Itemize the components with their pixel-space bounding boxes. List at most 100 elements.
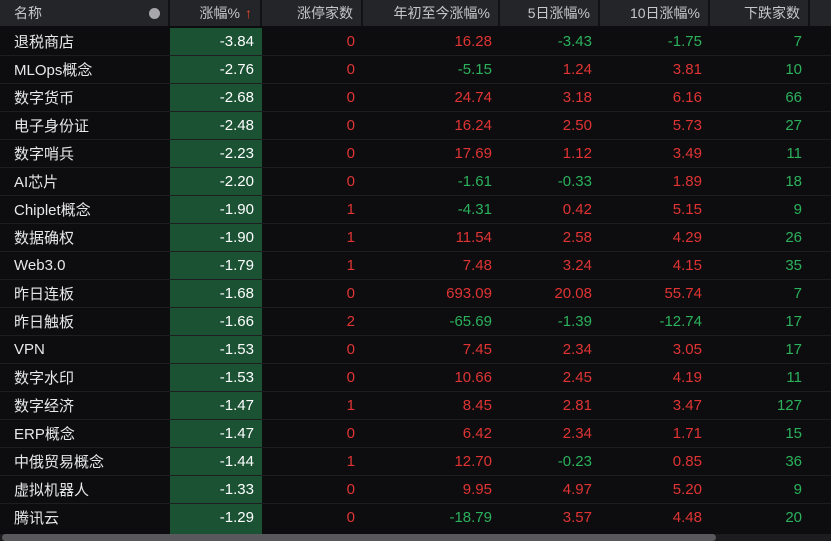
- table-row[interactable]: Chiplet概念 -1.90 1 -4.31 0.42 5.15 9: [0, 196, 831, 224]
- cell-d10: 0.85: [672, 453, 702, 470]
- cell-name: VPN: [14, 341, 45, 358]
- table-row[interactable]: 电子身份证 -2.48 0 16.24 2.50 5.73 27: [0, 112, 831, 140]
- cell-d10: 5.15: [672, 201, 702, 218]
- cell-change: -1.44: [170, 448, 262, 475]
- cell-ytd: 9.95: [462, 481, 492, 498]
- cell-name: 数字哨兵: [14, 146, 75, 163]
- cell-decliners: 17: [785, 341, 802, 358]
- column-header-decliners[interactable]: 下跌家数: [710, 0, 810, 26]
- cell-limit_up: 0: [346, 369, 355, 386]
- cell-ytd: 10.66: [454, 369, 492, 386]
- cell-filler: [810, 112, 831, 139]
- cell-ytd: 16.28: [454, 33, 492, 50]
- cell-filler: [810, 448, 831, 475]
- table-row[interactable]: 昨日连板 -1.68 0 693.09 20.08 55.74 7: [0, 280, 831, 308]
- cell-ytd: 16.24: [454, 117, 492, 134]
- cell-d5: -0.23: [557, 453, 592, 470]
- table-row[interactable]: MLOps概念 -2.76 0 -5.15 1.24 3.81 10: [0, 56, 831, 84]
- table-row[interactable]: 昨日触板 -1.66 2 -65.69 -1.39 -12.74 17: [0, 308, 831, 336]
- table-row[interactable]: 数字哨兵 -2.23 0 17.69 1.12 3.49 11: [0, 140, 831, 168]
- table-row[interactable]: 腾讯云 -1.29 0 -18.79 3.57 4.48 20: [0, 504, 831, 532]
- cell-name: 数字货币: [14, 90, 75, 107]
- column-header-5day-label: 5日涨幅%: [527, 5, 590, 21]
- cell-limit_up: 1: [346, 229, 355, 246]
- column-header-10day[interactable]: 10日涨幅%: [600, 0, 710, 26]
- column-header-change[interactable]: 涨幅% ↑: [170, 0, 262, 26]
- cell-d5: -1.39: [557, 313, 592, 330]
- cell-change: -1.47: [170, 420, 262, 447]
- cell-change: -2.23: [170, 140, 262, 167]
- cell-filler: [810, 308, 831, 335]
- cell-ytd: -1.61: [457, 173, 492, 190]
- table-row[interactable]: ERP概念 -1.47 0 6.42 2.34 1.71 15: [0, 420, 831, 448]
- table-row[interactable]: 数字水印 -1.53 0 10.66 2.45 4.19 11: [0, 364, 831, 392]
- cell-filler: [810, 224, 831, 251]
- cell-ytd: 7.48: [462, 257, 492, 274]
- column-header-limit-up[interactable]: 涨停家数: [262, 0, 363, 26]
- table-row[interactable]: 数字货币 -2.68 0 24.74 3.18 6.16 66: [0, 84, 831, 112]
- cell-d5: 1.24: [562, 61, 592, 78]
- cell-d10: 4.29: [672, 229, 702, 246]
- cell-decliners: 9: [793, 481, 802, 498]
- cell-ytd: 7.45: [462, 341, 492, 358]
- cell-d10: 55.74: [664, 285, 702, 302]
- cell-decliners: 127: [776, 397, 802, 414]
- sort-ascending-icon: ↑: [245, 5, 252, 21]
- cell-filler: [810, 252, 831, 279]
- cell-decliners: 36: [785, 453, 802, 470]
- column-header-name-label: 名称: [14, 5, 42, 21]
- cell-ytd: 24.74: [454, 89, 492, 106]
- cell-d5: 2.58: [562, 229, 592, 246]
- cell-ytd: -5.15: [457, 61, 492, 78]
- cell-name: Web3.0: [14, 257, 66, 274]
- cell-d5: 3.24: [562, 257, 592, 274]
- cell-name: 昨日连板: [14, 286, 75, 303]
- cell-decliners: 15: [785, 425, 802, 442]
- column-header-ytd[interactable]: 年初至今涨幅%: [363, 0, 500, 26]
- cell-d10: 1.71: [672, 425, 702, 442]
- cell-filler: [810, 476, 831, 503]
- table-row[interactable]: 虚拟机器人 -1.33 0 9.95 4.97 5.20 9: [0, 476, 831, 504]
- table-row[interactable]: 数字经济 -1.47 1 8.45 2.81 3.47 127: [0, 392, 831, 420]
- cell-limit_up: 1: [346, 397, 355, 414]
- cell-d5: 0.42: [562, 201, 592, 218]
- cell-limit_up: 0: [346, 89, 355, 106]
- cell-name: 中俄贸易概念: [14, 454, 105, 471]
- cell-d10: 4.19: [672, 369, 702, 386]
- cell-d10: 3.49: [672, 145, 702, 162]
- cell-change: -2.48: [170, 112, 262, 139]
- cell-limit_up: 2: [346, 313, 355, 330]
- column-header-name[interactable]: 名称: [0, 0, 170, 26]
- column-header-limit-up-label: 涨停家数: [297, 5, 353, 21]
- cell-ytd: 6.42: [462, 425, 492, 442]
- cell-d5: 20.08: [554, 285, 592, 302]
- cell-decliners: 18: [785, 173, 802, 190]
- cell-d10: -1.75: [667, 33, 702, 50]
- cell-name: 数字经济: [14, 398, 75, 415]
- scrollbar-thumb[interactable]: [2, 534, 716, 541]
- horizontal-scrollbar[interactable]: [0, 534, 831, 541]
- cell-d5: 3.57: [562, 509, 592, 526]
- table-body: 退税商店 -3.84 0 16.28 -3.43 -1.75 7 MLOps概念 -2.76 0 -…: [0, 28, 831, 532]
- cell-limit_up: 0: [346, 33, 355, 50]
- table-row[interactable]: VPN -1.53 0 7.45 2.34 3.05 17: [0, 336, 831, 364]
- cell-change: -1.66: [170, 308, 262, 335]
- marker-circle-icon[interactable]: [149, 7, 160, 19]
- cell-ytd: 11.54: [455, 229, 492, 246]
- table-row[interactable]: 退税商店 -3.84 0 16.28 -3.43 -1.75 7: [0, 28, 831, 56]
- table-row[interactable]: Web3.0 -1.79 1 7.48 3.24 4.15 35: [0, 252, 831, 280]
- cell-decliners: 10: [785, 61, 802, 78]
- cell-change: -3.84: [170, 28, 262, 55]
- cell-change: -1.53: [170, 364, 262, 391]
- column-header-filler: [810, 0, 831, 26]
- cell-change: -1.53: [170, 336, 262, 363]
- table-row[interactable]: 数据确权 -1.90 1 11.54 2.58 4.29 26: [0, 224, 831, 252]
- cell-ytd: 693.09: [446, 285, 492, 302]
- table-row[interactable]: 中俄贸易概念 -1.44 1 12.70 -0.23 0.85 36: [0, 448, 831, 476]
- cell-ytd: -4.31: [457, 201, 492, 218]
- column-header-5day[interactable]: 5日涨幅%: [500, 0, 600, 26]
- table-row[interactable]: AI芯片 -2.20 0 -1.61 -0.33 1.89 18: [0, 168, 831, 196]
- cell-filler: [810, 280, 831, 307]
- cell-name: 电子身份证: [14, 118, 90, 135]
- cell-d10: 3.81: [672, 61, 702, 78]
